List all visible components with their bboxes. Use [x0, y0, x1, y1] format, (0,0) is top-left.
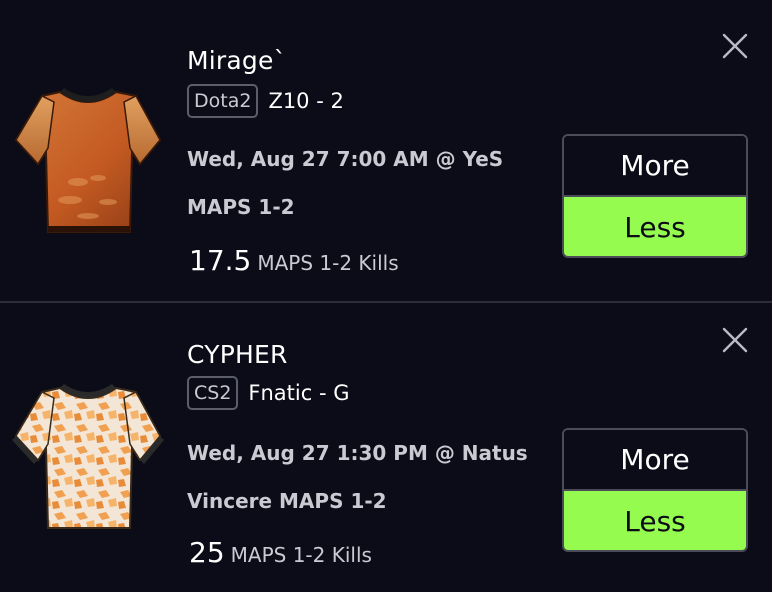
game-badge: CS2: [187, 376, 239, 410]
pick-card: Mirage` Dota2 Z10 - 2 Wed, Aug 27 7:00 A…: [0, 0, 772, 296]
projection-line: 17.5 MAPS 1-2 Kills: [189, 244, 399, 277]
pick-card: CYPHER CS2 Fnatic - G Wed, Aug 27 1:30 P…: [0, 296, 772, 592]
market-name: MAPS 1-2: [187, 195, 295, 219]
stat-label: MAPS 1-2 Kills: [257, 251, 399, 275]
projection-line: 25 MAPS 1-2 Kills: [189, 536, 372, 569]
game-team-row: Dota2 Z10 - 2: [187, 84, 344, 118]
market-name: Vincere MAPS 1-2: [187, 489, 387, 513]
line-value: 17.5: [189, 244, 252, 277]
close-icon[interactable]: [722, 33, 748, 59]
game-team-row: CS2 Fnatic - G: [187, 376, 350, 410]
match-time: Wed, Aug 27 1:30 PM @ Natus: [187, 441, 528, 465]
more-less-picker: More Less: [562, 134, 748, 258]
team-matchup: Z10 - 2: [268, 89, 344, 113]
close-icon[interactable]: [722, 327, 748, 353]
player-name: CYPHER: [187, 340, 288, 369]
team-matchup: Fnatic - G: [248, 381, 350, 405]
more-button[interactable]: More: [564, 136, 746, 197]
player-name: Mirage`: [187, 46, 287, 75]
more-button[interactable]: More: [564, 430, 746, 491]
match-time: Wed, Aug 27 7:00 AM @ YeS: [187, 147, 504, 171]
less-button[interactable]: Less: [564, 491, 746, 550]
orange-jersey-icon: [14, 88, 162, 233]
more-less-picker: More Less: [562, 428, 748, 552]
less-button[interactable]: Less: [564, 197, 746, 256]
camo-jersey-icon: [12, 384, 164, 529]
line-value: 25: [189, 536, 225, 569]
stat-label: MAPS 1-2 Kills: [230, 543, 372, 567]
game-badge: Dota2: [187, 84, 259, 118]
